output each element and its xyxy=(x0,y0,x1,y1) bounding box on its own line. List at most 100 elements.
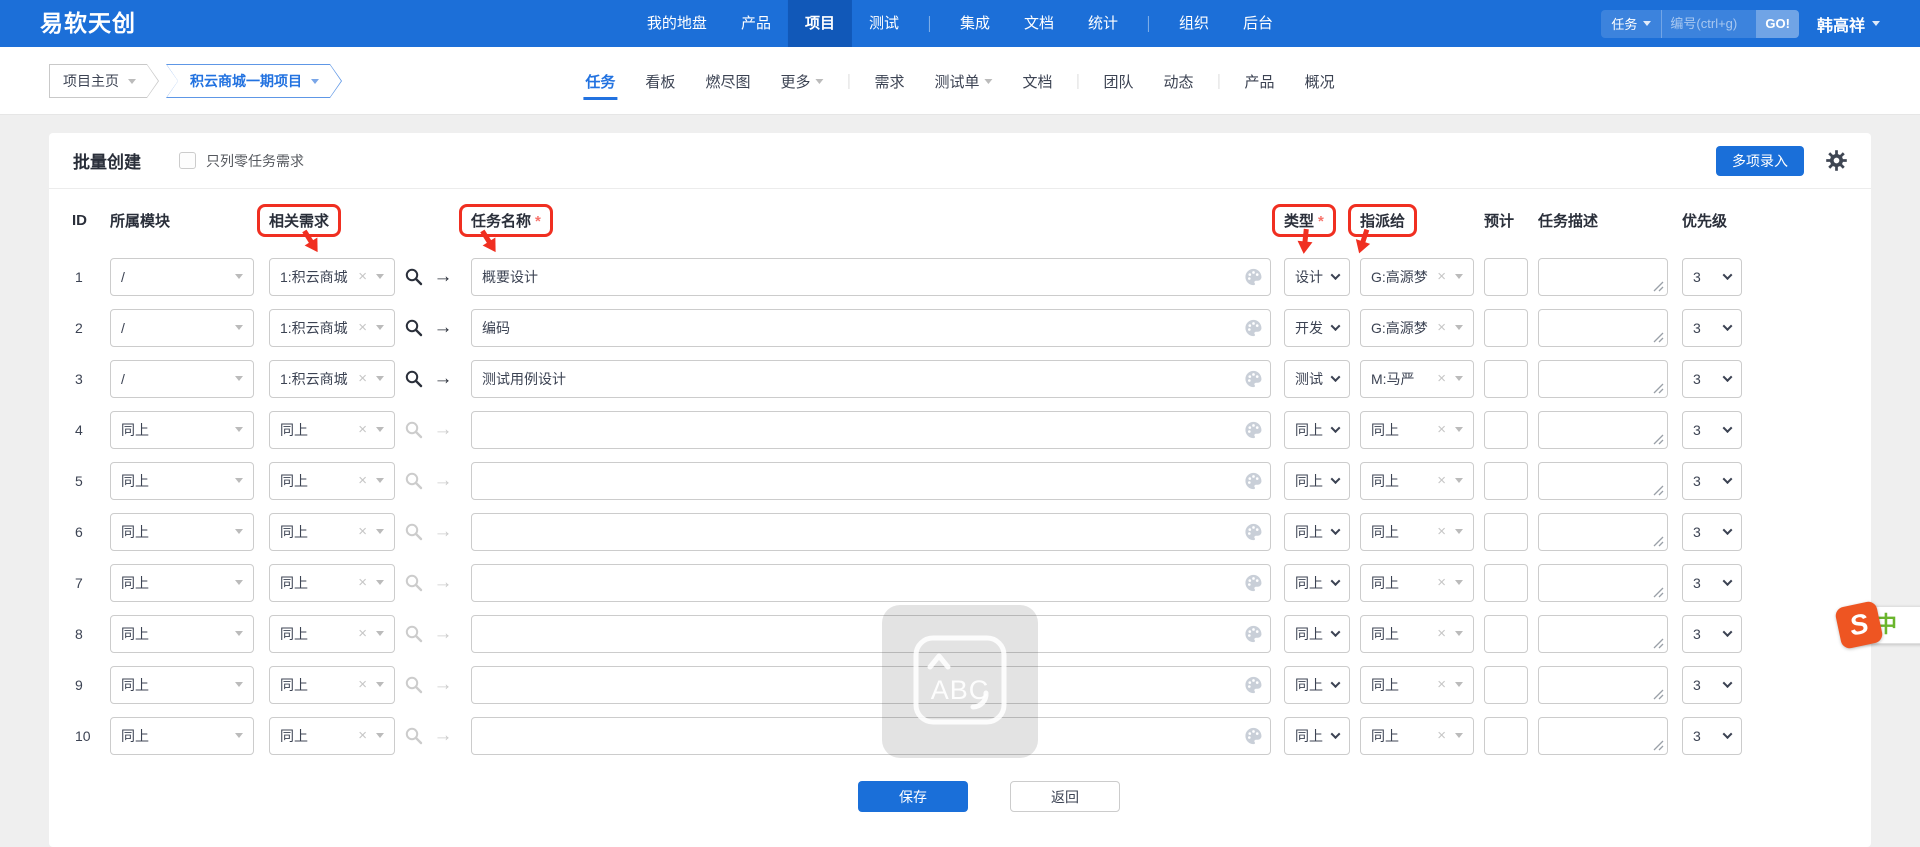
priority-select[interactable]: 3 xyxy=(1682,614,1742,653)
priority-select[interactable]: 3 xyxy=(1682,257,1742,296)
description-textarea[interactable] xyxy=(1538,359,1668,398)
description-textarea[interactable] xyxy=(1538,716,1668,755)
task-name-input[interactable] xyxy=(471,665,1271,704)
search-story-icon[interactable] xyxy=(403,369,423,388)
description-textarea[interactable] xyxy=(1538,665,1668,704)
type-select[interactable]: 同上 xyxy=(1284,716,1350,755)
assignee-select[interactable]: 同上 × xyxy=(1360,410,1474,449)
estimate-input[interactable] xyxy=(1484,308,1528,347)
tab-task[interactable]: 任务 xyxy=(570,47,630,115)
clear-icon[interactable]: × xyxy=(1437,677,1446,692)
color-palette-icon[interactable] xyxy=(1244,624,1263,643)
clear-icon[interactable]: × xyxy=(358,677,367,692)
story-select[interactable]: 同上 × xyxy=(269,614,395,653)
search-story-icon[interactable] xyxy=(403,420,423,439)
priority-select[interactable]: 3 xyxy=(1682,665,1742,704)
goto-story-icon[interactable]: → xyxy=(433,726,453,745)
tab-burn[interactable]: 燃尽图 xyxy=(690,47,765,115)
user-menu[interactable]: 韩高祥 xyxy=(1817,12,1880,36)
goto-story-icon[interactable]: → xyxy=(433,471,453,490)
story-select[interactable]: 同上 × xyxy=(269,716,395,755)
estimate-input[interactable] xyxy=(1484,512,1528,551)
module-select[interactable]: 同上 xyxy=(110,461,254,500)
search-story-icon[interactable] xyxy=(403,624,423,643)
type-select[interactable]: 同上 xyxy=(1284,563,1350,602)
clear-icon[interactable]: × xyxy=(358,626,367,641)
tab-story[interactable]: 需求 xyxy=(859,47,919,115)
color-palette-icon[interactable] xyxy=(1244,726,1263,745)
multi-entry-button[interactable]: 多项录入 xyxy=(1716,145,1804,176)
search-story-icon[interactable] xyxy=(403,522,423,541)
module-select[interactable]: / xyxy=(110,308,254,347)
clear-icon[interactable]: × xyxy=(358,524,367,539)
goto-story-icon[interactable]: → xyxy=(433,624,453,643)
color-palette-icon[interactable] xyxy=(1244,318,1263,337)
search-input[interactable] xyxy=(1662,16,1757,31)
description-textarea[interactable] xyxy=(1538,563,1668,602)
description-textarea[interactable] xyxy=(1538,512,1668,551)
tab-more[interactable]: 更多 xyxy=(765,47,838,115)
type-select[interactable]: 同上 xyxy=(1284,410,1350,449)
clear-icon[interactable]: × xyxy=(358,320,367,335)
priority-select[interactable]: 3 xyxy=(1682,716,1742,755)
zero-task-checkbox[interactable] xyxy=(179,152,196,169)
save-button[interactable]: 保存 xyxy=(858,781,968,812)
assignee-select[interactable]: M:马严 × xyxy=(1360,359,1474,398)
module-select[interactable]: 同上 xyxy=(110,716,254,755)
clear-icon[interactable]: × xyxy=(358,422,367,437)
goto-story-icon[interactable]: → xyxy=(433,369,453,388)
goto-story-icon[interactable]: → xyxy=(433,522,453,541)
search-story-icon[interactable] xyxy=(403,318,423,337)
assignee-select[interactable]: 同上 × xyxy=(1360,563,1474,602)
assignee-select[interactable]: 同上 × xyxy=(1360,716,1474,755)
type-select[interactable]: 同上 xyxy=(1284,614,1350,653)
assignee-select[interactable]: 同上 × xyxy=(1360,665,1474,704)
type-select[interactable]: 同上 xyxy=(1284,512,1350,551)
priority-select[interactable]: 3 xyxy=(1682,359,1742,398)
menu-item-integration[interactable]: 集成 xyxy=(943,0,1007,47)
type-select[interactable]: 开发 xyxy=(1284,308,1350,347)
color-palette-icon[interactable] xyxy=(1244,267,1263,286)
clear-icon[interactable]: × xyxy=(1437,422,1446,437)
description-textarea[interactable] xyxy=(1538,308,1668,347)
task-name-input[interactable] xyxy=(471,716,1271,755)
description-textarea[interactable] xyxy=(1538,410,1668,449)
story-select[interactable]: 1:积云商城 × xyxy=(269,359,395,398)
clear-icon[interactable]: × xyxy=(358,575,367,590)
goto-story-icon[interactable]: → xyxy=(433,573,453,592)
task-name-input[interactable] xyxy=(471,614,1271,653)
clear-icon[interactable]: × xyxy=(1437,524,1446,539)
module-select[interactable]: 同上 xyxy=(110,563,254,602)
clear-icon[interactable]: × xyxy=(358,269,367,284)
estimate-input[interactable] xyxy=(1484,716,1528,755)
story-select[interactable]: 同上 × xyxy=(269,665,395,704)
search-story-icon[interactable] xyxy=(403,471,423,490)
search-story-icon[interactable] xyxy=(403,675,423,694)
menu-item-doc[interactable]: 文档 xyxy=(1007,0,1071,47)
type-select[interactable]: 设计 xyxy=(1284,257,1350,296)
assignee-select[interactable]: G:高源梦 × xyxy=(1360,257,1474,296)
back-button[interactable]: 返回 xyxy=(1010,781,1120,812)
clear-icon[interactable]: × xyxy=(1437,269,1446,284)
tab-doc[interactable]: 文档 xyxy=(1008,47,1068,115)
app-logo[interactable]: 易软天创 xyxy=(40,0,136,47)
description-textarea[interactable] xyxy=(1538,461,1668,500)
color-palette-icon[interactable] xyxy=(1244,420,1263,439)
estimate-input[interactable] xyxy=(1484,410,1528,449)
estimate-input[interactable] xyxy=(1484,665,1528,704)
story-select[interactable]: 同上 × xyxy=(269,563,395,602)
goto-story-icon[interactable]: → xyxy=(433,420,453,439)
menu-item-project[interactable]: 项目 xyxy=(787,0,852,47)
tab-kanban[interactable]: 看板 xyxy=(630,47,690,115)
module-select[interactable]: 同上 xyxy=(110,614,254,653)
estimate-input[interactable] xyxy=(1484,461,1528,500)
priority-select[interactable]: 3 xyxy=(1682,563,1742,602)
priority-select[interactable]: 3 xyxy=(1682,461,1742,500)
color-palette-icon[interactable] xyxy=(1244,522,1263,541)
menu-item-report[interactable]: 统计 xyxy=(1071,0,1135,47)
task-name-input[interactable] xyxy=(471,461,1271,500)
clear-icon[interactable]: × xyxy=(358,473,367,488)
estimate-input[interactable] xyxy=(1484,563,1528,602)
breadcrumb-home[interactable]: 项目主页 xyxy=(49,64,159,98)
story-select[interactable]: 同上 × xyxy=(269,410,395,449)
